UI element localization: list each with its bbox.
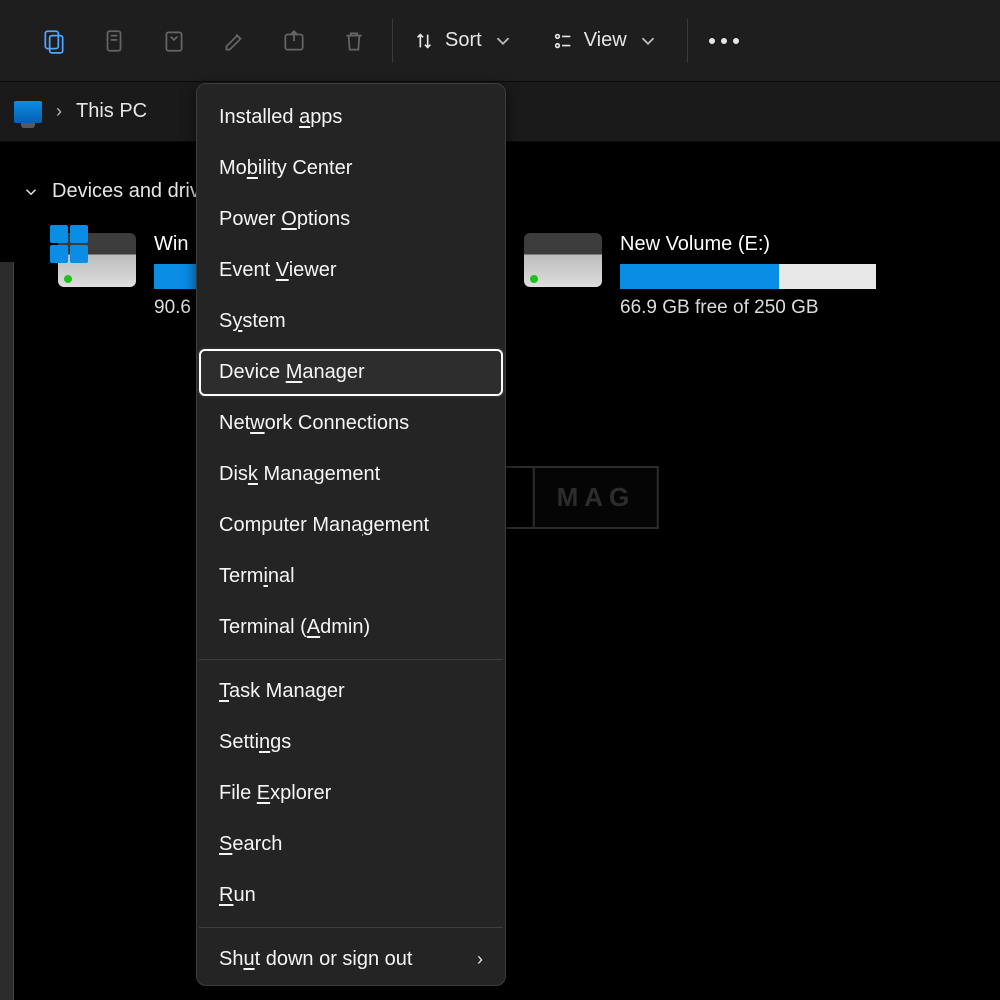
chevron-down-icon — [492, 30, 514, 52]
navigation-pane-edge — [0, 262, 14, 1000]
drive-icon — [524, 233, 602, 287]
context-menu-item[interactable]: Device Manager — [197, 347, 505, 398]
context-menu-item-label: Computer Management — [219, 514, 429, 537]
rename-button[interactable] — [204, 17, 264, 65]
context-menu-item-label: Shut down or sign out — [219, 948, 412, 971]
this-pc-icon — [14, 101, 42, 123]
context-menu-item[interactable]: File Explorer — [197, 768, 505, 819]
context-menu-item-label: Task Manager — [219, 680, 345, 703]
drive-icon — [58, 233, 136, 287]
context-menu-item[interactable]: Event Viewer — [197, 245, 505, 296]
context-menu-item-label: Search — [219, 833, 282, 856]
view-label: View — [584, 29, 627, 52]
share-button[interactable] — [264, 17, 324, 65]
windows-logo-icon — [50, 225, 88, 263]
context-menu-item-label: Disk Management — [219, 463, 380, 486]
context-menu-divider — [199, 927, 503, 928]
sort-label: Sort — [445, 29, 482, 52]
toolbar: Sort View — [0, 0, 1000, 82]
context-menu-item-label: System — [219, 310, 286, 333]
ellipsis-icon — [709, 38, 739, 44]
context-menu-item-label: Installed apps — [219, 106, 342, 129]
cut-button[interactable] — [24, 17, 84, 65]
context-menu-item-label: Network Connections — [219, 412, 409, 435]
view-button[interactable]: View — [540, 17, 671, 65]
context-menu-item-label: Run — [219, 884, 256, 907]
context-menu-divider — [199, 659, 503, 660]
context-menu-item-label: File Explorer — [219, 782, 331, 805]
context-menu-item-label: Settings — [219, 731, 291, 754]
drive-title: New Volume (E:) — [620, 233, 876, 256]
drive-free-text: 66.9 GB free of 250 GB — [620, 297, 876, 319]
drive-item[interactable]: New Volume (E:) 66.9 GB free of 250 GB — [524, 233, 944, 319]
context-menu-item-label: Power Options — [219, 208, 350, 231]
breadcrumb-location[interactable]: This PC — [76, 100, 147, 123]
chevron-right-icon: › — [477, 949, 483, 970]
context-menu-item-label: Terminal — [219, 565, 295, 588]
context-menu-item[interactable]: Shut down or sign out › — [197, 934, 505, 985]
context-menu-item[interactable]: Computer Management — [197, 500, 505, 551]
drive-usage-bar — [620, 264, 876, 289]
context-menu-item-label: Mobility Center — [219, 157, 352, 180]
context-menu-item[interactable]: Network Connections — [197, 398, 505, 449]
context-menu-item[interactable]: Installed apps — [197, 92, 505, 143]
more-button[interactable] — [696, 17, 752, 65]
context-menu-item[interactable]: Task Manager — [197, 666, 505, 717]
context-menu-item-label: Event Viewer — [219, 259, 336, 282]
winx-context-menu: Installed apps Mobility Center Power Optio… — [196, 83, 506, 986]
context-menu-item-label: Terminal (Admin) — [219, 616, 370, 639]
context-menu-item[interactable]: Settings — [197, 717, 505, 768]
context-menu-item[interactable]: Power Options — [197, 194, 505, 245]
context-menu-item[interactable]: Mobility Center — [197, 143, 505, 194]
context-menu-item[interactable]: Terminal — [197, 551, 505, 602]
toolbar-separator — [392, 19, 393, 63]
context-menu-item[interactable]: Disk Management — [197, 449, 505, 500]
context-menu-item[interactable]: Search — [197, 819, 505, 870]
context-menu-item[interactable]: System — [197, 296, 505, 347]
context-menu-item-label: Device Manager — [219, 361, 365, 384]
context-menu-item[interactable]: Run — [197, 870, 505, 921]
chevron-down-icon — [22, 183, 40, 201]
chevron-down-icon — [637, 30, 659, 52]
sort-button[interactable]: Sort — [401, 17, 526, 65]
breadcrumb-separator-icon: › — [56, 101, 62, 122]
paste-button[interactable] — [144, 17, 204, 65]
toolbar-separator — [687, 19, 688, 63]
copy-button[interactable] — [84, 17, 144, 65]
view-icon — [552, 30, 574, 52]
delete-button[interactable] — [324, 17, 384, 65]
context-menu-item[interactable]: Terminal (Admin) — [197, 602, 505, 653]
sort-icon — [413, 30, 435, 52]
